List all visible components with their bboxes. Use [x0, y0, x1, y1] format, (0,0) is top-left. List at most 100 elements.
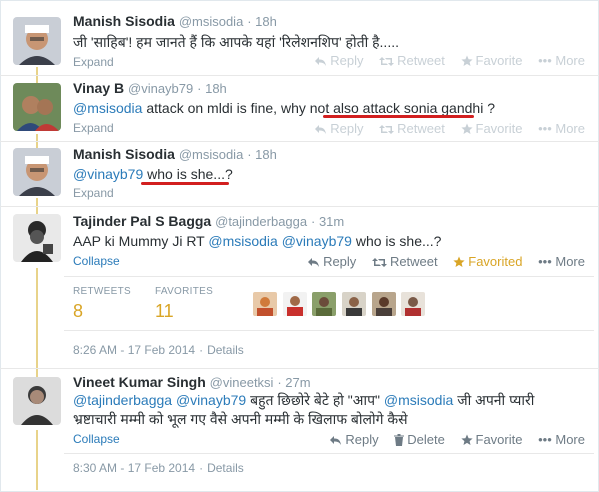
favoriter-avatar[interactable]: [401, 292, 425, 316]
retweet-button[interactable]: Retweet: [371, 254, 438, 269]
tweet-time[interactable]: · 31m: [311, 214, 344, 229]
avatar[interactable]: [13, 148, 61, 196]
tweet-actions: Reply Retweet Favorited ••• More: [295, 254, 585, 269]
avatar[interactable]: [13, 83, 61, 131]
favoriter-avatar[interactable]: [253, 292, 277, 316]
author-name[interactable]: Manish Sisodia: [73, 13, 175, 29]
tweet-time[interactable]: · 27m: [277, 375, 310, 390]
retweets-label: RETWEETS: [73, 286, 131, 297]
avatar[interactable]: [13, 214, 61, 262]
tweet-header: Vinay B @vinayb79 · 18h: [73, 80, 227, 96]
favorite-star-icon: [453, 256, 465, 267]
favorite-star-icon: [460, 123, 473, 134]
details-link[interactable]: Details: [207, 343, 244, 357]
avatar[interactable]: [13, 17, 61, 65]
retweet-button[interactable]: Retweet: [379, 121, 445, 136]
author-name[interactable]: Vineet Kumar Singh: [73, 374, 206, 390]
reply-button[interactable]: Reply: [314, 121, 364, 136]
tweet-header: Manish Sisodia @msisodia · 18h: [73, 146, 277, 162]
divider: [0, 368, 599, 369]
tweet-text-line: @tajinderbagga @vinayb79 बहुत छिछोरे बेट…: [73, 392, 535, 408]
reply-button[interactable]: Reply: [329, 432, 379, 447]
tweet-header: Manish Sisodia @msisodia · 18h: [73, 13, 277, 29]
more-button[interactable]: ••• More: [538, 121, 585, 136]
favorite-star-icon: [460, 55, 473, 66]
divider: [64, 453, 594, 454]
tweet-text: @tajinderbagga @vinayb79 बहुत छिछोरे बेट…: [73, 391, 593, 429]
favorite-button[interactable]: Favorite: [460, 432, 522, 447]
divider: [0, 141, 599, 142]
details-link[interactable]: Details: [207, 461, 244, 475]
more-dots-icon: •••: [538, 53, 552, 68]
favoriter-avatar[interactable]: [342, 292, 366, 316]
expand-link[interactable]: Expand: [73, 55, 114, 69]
more-button[interactable]: ••• More: [538, 254, 585, 269]
tweet-header: Vineet Kumar Singh @vineetksi · 27m: [73, 374, 311, 390]
retweet-button[interactable]: Retweet: [379, 53, 445, 68]
author-handle[interactable]: @tajinderbagga: [215, 214, 307, 229]
tweet-time[interactable]: · 18h: [247, 14, 277, 29]
timestamp: 8:26 AM - 17 Feb 2014: [73, 343, 196, 357]
author-name[interactable]: Vinay B: [73, 80, 124, 96]
collapse-link[interactable]: Collapse: [73, 432, 120, 446]
tweet-time[interactable]: · 18h: [197, 81, 227, 96]
favoriter-avatar[interactable]: [283, 292, 307, 316]
author-handle[interactable]: @vinayb79: [128, 81, 193, 96]
divider: [64, 330, 594, 331]
favoriter-avatar[interactable]: [372, 292, 396, 316]
tweet-timestamp-row: 8:26 AM - 17 Feb 2014 · Details: [73, 343, 244, 357]
tweet-actions: Reply Delete Favorite ••• More: [317, 432, 585, 447]
retweet-icon: [379, 125, 395, 134]
highlight-underline: [141, 182, 229, 185]
collapse-link[interactable]: Collapse: [73, 254, 120, 268]
favorited-button[interactable]: Favorited: [453, 254, 522, 269]
more-button[interactable]: ••• More: [538, 432, 585, 447]
author-handle[interactable]: @vineetksi: [210, 375, 274, 390]
more-dots-icon: •••: [538, 432, 552, 447]
divider: [0, 75, 599, 76]
reply-button[interactable]: Reply: [307, 254, 356, 269]
favorite-button[interactable]: Favorite: [460, 53, 522, 68]
more-button[interactable]: ••• More: [538, 53, 585, 68]
retweet-icon: [379, 57, 395, 66]
tweet-text: AAP ki Mummy Ji RT @msisodia @vinayb79 w…: [73, 233, 442, 249]
reply-button[interactable]: Reply: [314, 53, 364, 68]
favoriter-avatar[interactable]: [312, 292, 336, 316]
author-handle[interactable]: @msisodia: [179, 14, 244, 29]
author-name[interactable]: Tajinder Pal S Bagga: [73, 213, 211, 229]
expand-link[interactable]: Expand: [73, 121, 114, 135]
tweet-actions: Reply Retweet Favorite ••• More: [302, 121, 585, 136]
favorite-star-icon: [460, 434, 473, 445]
avatar[interactable]: [13, 377, 61, 425]
tweet-actions: Reply Retweet Favorite ••• More: [302, 53, 585, 68]
divider: [0, 206, 599, 207]
author-handle[interactable]: @msisodia: [179, 147, 244, 162]
mention-link[interactable]: @msisodia: [384, 392, 453, 408]
favorite-button[interactable]: Favorite: [460, 121, 522, 136]
tweet-text-line: भ्रष्टाचारी मम्मी को भूल गए वैसे अपनी मम…: [73, 411, 408, 427]
retweet-icon: [371, 258, 387, 267]
tweet-time[interactable]: · 18h: [247, 147, 277, 162]
mention-link[interactable]: @tajinderbagga: [73, 392, 172, 408]
divider: [64, 276, 594, 277]
expand-link[interactable]: Expand: [73, 186, 114, 200]
highlight-underline: [323, 115, 474, 118]
mention-link[interactable]: @msisodia: [208, 233, 277, 249]
favorites-label: FAVORITES: [155, 286, 214, 297]
tweet-text: जी 'साहिब'! हम जानते हैं कि आपके यहां 'र…: [73, 34, 399, 50]
author-name[interactable]: Manish Sisodia: [73, 146, 175, 162]
mention-link[interactable]: @vinayb79: [282, 233, 352, 249]
reply-icon: [315, 57, 327, 66]
reply-icon: [315, 125, 327, 134]
mention-link[interactable]: @vinayb79: [176, 392, 246, 408]
mention-link[interactable]: @msisodia: [73, 100, 142, 116]
thread-line: [36, 268, 38, 378]
favorites-count: 11: [155, 301, 174, 321]
retweets-count: 8: [73, 301, 84, 321]
delete-button[interactable]: Delete: [394, 432, 445, 447]
mention-link[interactable]: @vinayb79: [73, 166, 143, 182]
delete-trash-icon: [394, 434, 405, 446]
retweet-stat[interactable]: RETWEETS 8: [73, 286, 131, 322]
more-dots-icon: •••: [538, 254, 552, 269]
favorite-stat[interactable]: FAVORITES 11: [155, 286, 213, 322]
